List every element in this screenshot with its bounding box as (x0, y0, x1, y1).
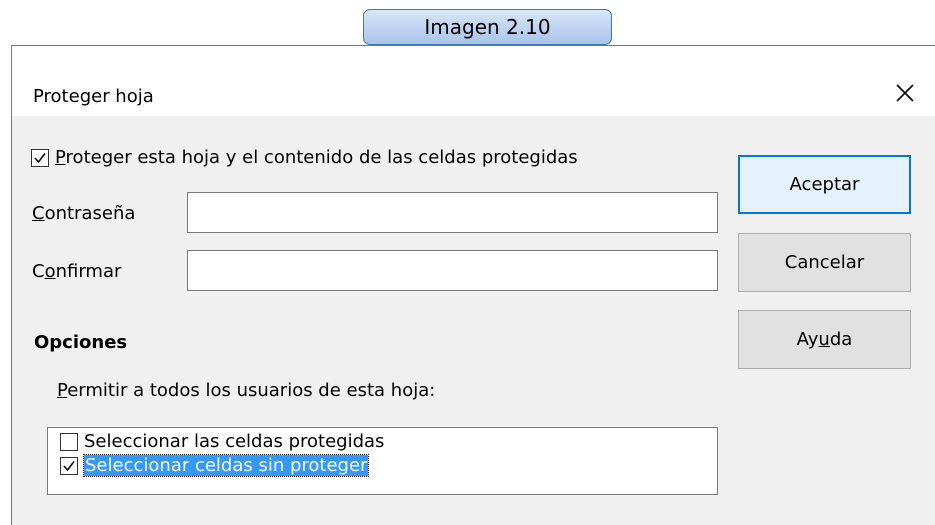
option-check-box[interactable] (60, 432, 78, 451)
cancel-button[interactable]: Cancelar (738, 233, 911, 292)
confirm-password-label: Confirmar (32, 261, 122, 282)
confirm-password-field[interactable] (187, 250, 718, 291)
close-icon (896, 84, 914, 102)
option-label-selected: Seleccionar celdas sin proteger (82, 454, 370, 477)
dialog-titlebar: Proteger hoja (12, 46, 935, 116)
list-item[interactable]: Seleccionar celdas sin proteger (60, 454, 370, 477)
options-heading: Opciones (34, 332, 128, 353)
protect-sheet-dialog: Proteger hoja Proteger esta hoja y el co… (11, 45, 935, 525)
option-label: Seleccionar las celdas protegidas (84, 431, 385, 452)
help-button[interactable]: Ay u da (738, 310, 911, 369)
close-button[interactable] (888, 76, 922, 110)
protect-sheet-check-box[interactable] (31, 148, 49, 167)
allow-users-label: Permitir a todos los usuarios de esta ho… (57, 380, 436, 401)
option-check-box[interactable] (60, 456, 78, 475)
permissions-listbox[interactable]: Seleccionar las celdas protegidas Selecc… (47, 427, 718, 495)
list-item[interactable]: Seleccionar las celdas protegidas (60, 431, 384, 452)
checkmark-icon (63, 460, 75, 471)
protect-sheet-checkbox[interactable]: Proteger esta hoja y el contenido de las… (31, 147, 578, 168)
password-field[interactable] (187, 192, 718, 233)
figure-caption-label: Imagen 2.10 (363, 9, 612, 45)
password-label: Contraseña (32, 203, 136, 224)
dialog-title: Proteger hoja (33, 86, 154, 107)
ok-button[interactable]: Aceptar (738, 155, 911, 214)
checkmark-icon (34, 152, 46, 163)
protect-sheet-label: Proteger esta hoja y el contenido de las… (55, 147, 578, 168)
